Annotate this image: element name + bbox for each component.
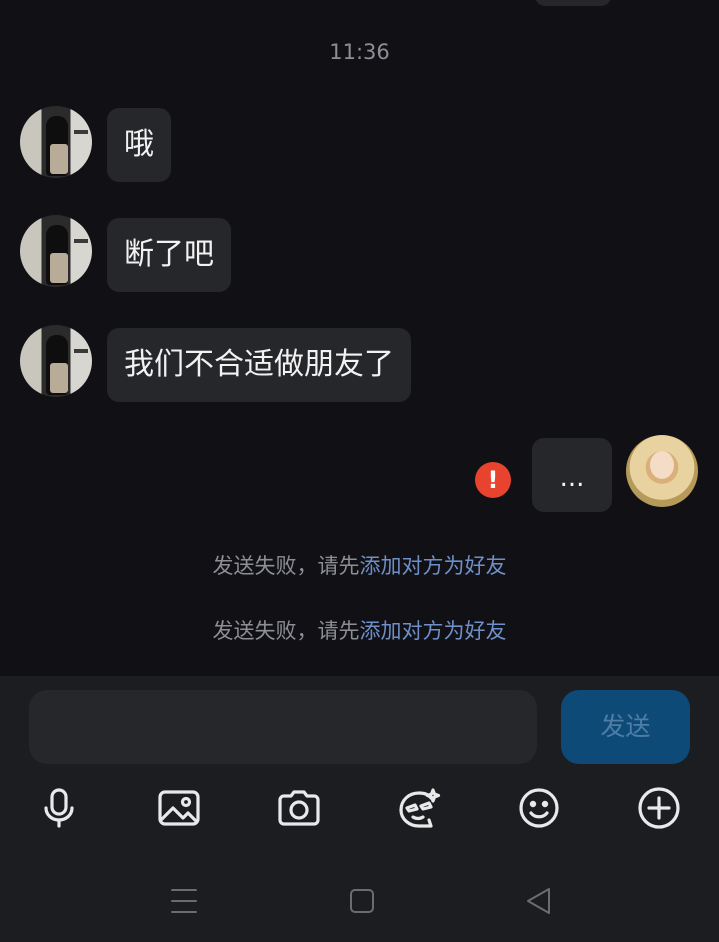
emoji-icon[interactable] bbox=[515, 784, 563, 832]
microphone-icon[interactable] bbox=[35, 784, 83, 832]
message-input[interactable] bbox=[29, 690, 537, 764]
system-navigation-bar bbox=[0, 860, 719, 942]
send-failed-icon[interactable]: ! bbox=[475, 462, 511, 498]
send-button[interactable]: 发送 bbox=[561, 690, 690, 764]
incoming-message-bubble[interactable]: 哦 bbox=[107, 108, 171, 182]
incoming-message-bubble[interactable]: 断了吧 bbox=[107, 218, 231, 292]
message-timestamp: 11:36 bbox=[329, 40, 390, 64]
camera-icon[interactable] bbox=[275, 784, 323, 832]
my-avatar[interactable] bbox=[626, 435, 698, 507]
system-note-text: 发送失败，请先 bbox=[212, 554, 360, 578]
home-icon[interactable] bbox=[345, 884, 379, 918]
outgoing-message-bubble[interactable]: ... bbox=[532, 438, 612, 512]
chat-screen: 11:36 哦 断了吧 我们不合适做朋友了 ! ... 发送失败，请先添加对方为… bbox=[0, 0, 719, 942]
contact-avatar[interactable] bbox=[20, 215, 92, 287]
add-friend-link[interactable]: 添加对方为好友 bbox=[360, 619, 507, 643]
system-note-text: 发送失败，请先 bbox=[212, 619, 360, 643]
incoming-message-bubble[interactable]: 我们不合适做朋友了 bbox=[107, 328, 411, 402]
sticker-icon[interactable] bbox=[395, 784, 443, 832]
back-icon[interactable] bbox=[522, 884, 556, 918]
previous-message-bubble[interactable] bbox=[535, 0, 611, 6]
add-friend-link[interactable]: 添加对方为好友 bbox=[360, 554, 507, 578]
menu-icon[interactable] bbox=[167, 884, 201, 918]
image-icon[interactable] bbox=[155, 784, 203, 832]
system-note: 发送失败，请先添加对方为好友 bbox=[0, 615, 719, 645]
system-note: 发送失败，请先添加对方为好友 bbox=[0, 550, 719, 580]
contact-avatar[interactable] bbox=[20, 106, 92, 178]
plus-icon[interactable] bbox=[635, 784, 683, 832]
contact-avatar[interactable] bbox=[20, 325, 92, 397]
